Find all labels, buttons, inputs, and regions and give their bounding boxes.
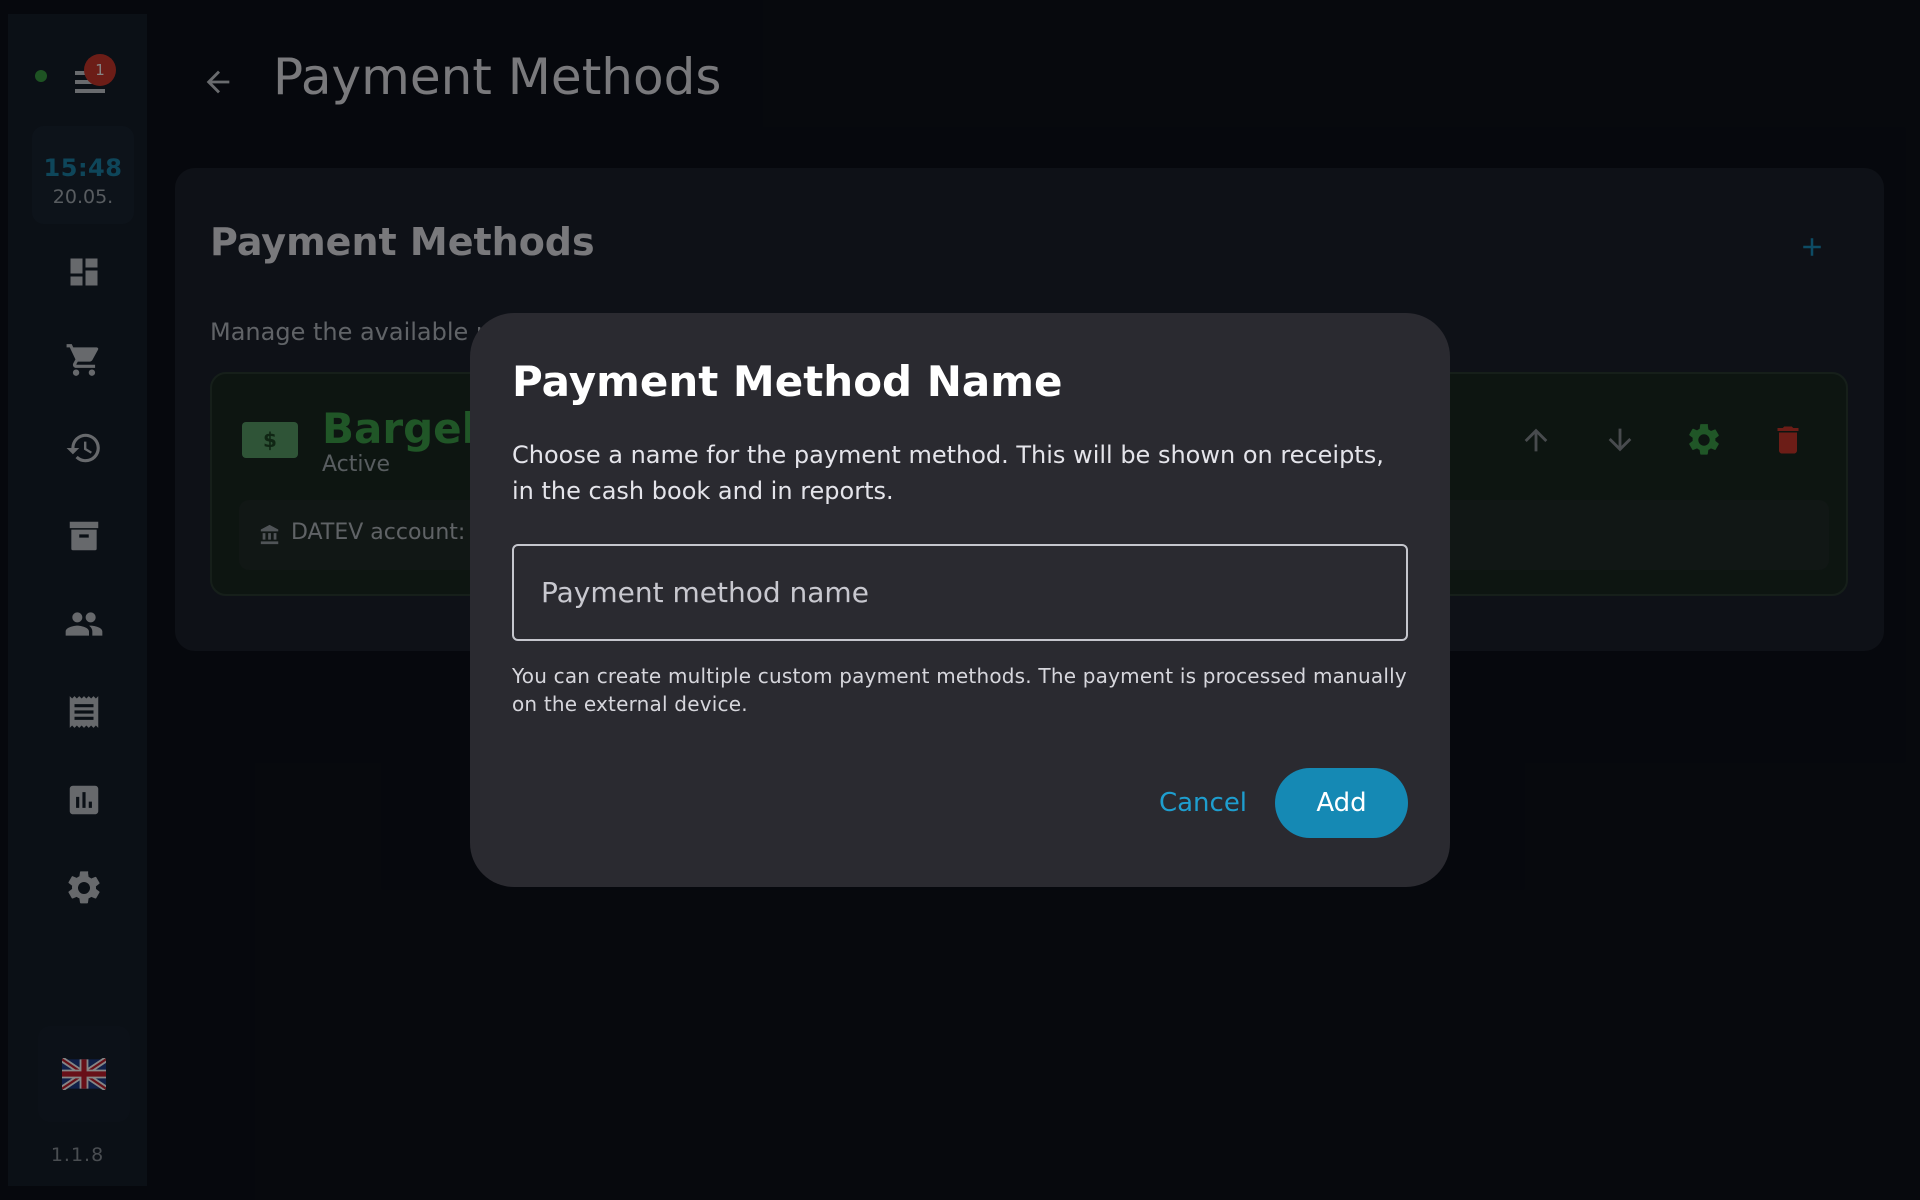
payment-method-name-input[interactable] [512, 544, 1408, 641]
cancel-button[interactable]: Cancel [1138, 768, 1268, 838]
dialog-title: Payment Method Name [512, 357, 1063, 406]
payment-method-name-dialog: Payment Method Name Choose a name for th… [470, 313, 1450, 887]
add-button[interactable]: Add [1275, 768, 1408, 838]
dialog-helper-text: You can create multiple custom payment m… [512, 664, 1407, 716]
dialog-description: Choose a name for the payment method. Th… [512, 441, 1384, 505]
